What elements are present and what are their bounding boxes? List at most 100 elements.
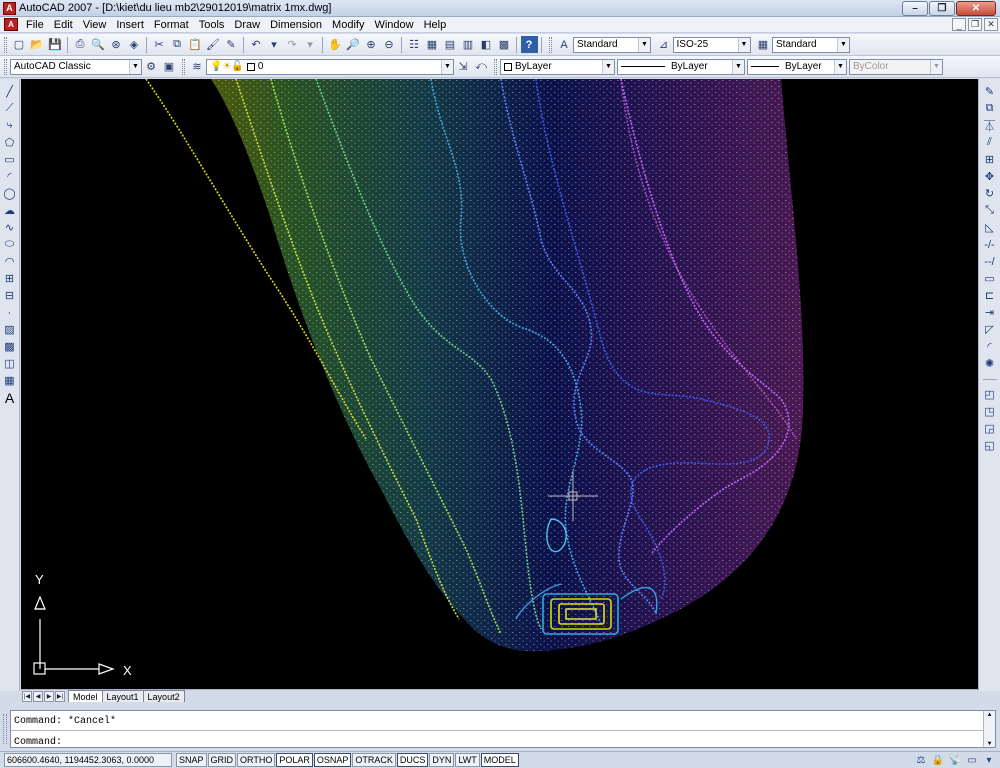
- polygon-icon[interactable]: ⬠: [2, 134, 18, 151]
- layers-toolbar-grip[interactable]: [182, 58, 185, 75]
- polyline-icon[interactable]: ⤷: [2, 117, 18, 134]
- properties-toolbar-grip[interactable]: [494, 58, 497, 75]
- make-block-icon[interactable]: ⊟: [2, 287, 18, 304]
- properties-icon[interactable]: ☷: [406, 36, 423, 53]
- text-style-dropdown[interactable]: Standard ▼: [573, 36, 651, 53]
- save-icon[interactable]: 💾: [47, 36, 64, 53]
- mirror-icon[interactable]: ⏄: [982, 117, 998, 134]
- extend-icon[interactable]: --/: [982, 253, 998, 270]
- move-icon[interactable]: ✥: [982, 168, 998, 185]
- tab-layout2[interactable]: Layout2: [142, 690, 185, 702]
- text-style-icon[interactable]: A: [556, 36, 573, 53]
- insert-block-icon[interactable]: ⊞: [2, 270, 18, 287]
- toolbar-grip[interactable]: [4, 36, 7, 53]
- lwt-toggle[interactable]: LWT: [455, 753, 480, 767]
- polar-toggle[interactable]: POLAR: [276, 753, 313, 767]
- doc-minimize-button[interactable]: _: [952, 18, 966, 31]
- scale-icon[interactable]: ⤡: [982, 202, 998, 219]
- pan-icon[interactable]: ✋: [327, 36, 344, 53]
- redo-dropdown-icon[interactable]: ▾: [302, 36, 319, 53]
- undo-dropdown-icon[interactable]: ▾: [266, 36, 283, 53]
- menu-help[interactable]: Help: [419, 19, 452, 31]
- multiline-text-icon[interactable]: A: [2, 389, 18, 406]
- paste-icon[interactable]: 📋: [187, 36, 204, 53]
- explode-icon[interactable]: ✺: [982, 355, 998, 372]
- drawing-canvas[interactable]: Y X: [21, 79, 978, 689]
- publish-icon[interactable]: ⊛: [108, 36, 125, 53]
- offset-icon[interactable]: ⫽: [982, 134, 998, 151]
- line-icon[interactable]: ╱: [2, 83, 18, 100]
- menu-dimension[interactable]: Dimension: [265, 19, 327, 31]
- communication-center-icon[interactable]: 📡: [948, 753, 962, 767]
- first-tab-icon[interactable]: |◀: [22, 691, 32, 702]
- linetype-dropdown[interactable]: ByLayer ▼: [617, 58, 745, 75]
- zoom-realtime-icon[interactable]: 🔎: [345, 36, 362, 53]
- help-icon[interactable]: ?: [520, 36, 538, 53]
- ellipse-arc-icon[interactable]: ◠: [2, 253, 18, 270]
- draw-order-front-icon[interactable]: ◰: [982, 386, 998, 403]
- hatch-icon[interactable]: ▨: [2, 321, 18, 338]
- osnap-toggle[interactable]: OSNAP: [313, 753, 352, 767]
- dim-style-icon[interactable]: ⊿: [655, 36, 672, 53]
- zoom-previous-icon[interactable]: ⊖: [381, 36, 398, 53]
- minimize-button[interactable]: –: [902, 1, 928, 16]
- otrack-toggle[interactable]: OTRACK: [352, 753, 396, 767]
- rotate-icon[interactable]: ↻: [982, 185, 998, 202]
- coordinate-display[interactable]: 606600.4640, 1194452.3063, 0.0000: [4, 753, 172, 767]
- menu-edit[interactable]: Edit: [49, 19, 78, 31]
- clean-screen-icon[interactable]: ▭: [965, 753, 979, 767]
- menu-file[interactable]: File: [21, 19, 49, 31]
- construction-line-icon[interactable]: ⟋: [2, 100, 18, 117]
- ortho-toggle[interactable]: ORTHO: [237, 753, 276, 767]
- next-tab-icon[interactable]: ▶: [44, 691, 54, 702]
- command-window-grip[interactable]: [3, 714, 7, 744]
- command-scrollbar[interactable]: ▲ ▼: [983, 711, 995, 747]
- rectangle-icon[interactable]: ▭: [2, 151, 18, 168]
- styles-toolbar-grip[interactable]: [549, 36, 552, 53]
- close-button[interactable]: ✕: [956, 1, 996, 16]
- grid-toggle[interactable]: GRID: [207, 753, 237, 767]
- snap-toggle[interactable]: SNAP: [176, 753, 207, 767]
- fillet-icon[interactable]: ◜: [982, 338, 998, 355]
- tab-model[interactable]: Model: [68, 690, 103, 702]
- sheet-set-icon[interactable]: ▥: [460, 36, 477, 53]
- restore-button[interactable]: ❐: [929, 1, 955, 16]
- make-object-layer-current-icon[interactable]: ⇲: [455, 58, 472, 75]
- zoom-slider-icon[interactable]: ⚖: [914, 753, 928, 767]
- menu-modify[interactable]: Modify: [327, 19, 369, 31]
- lineweight-dropdown[interactable]: ByLayer ▼: [747, 58, 847, 75]
- gradient-icon[interactable]: ▩: [2, 338, 18, 355]
- send-under-icon[interactable]: ◱: [982, 437, 998, 454]
- copy-icon[interactable]: ⧉: [169, 36, 186, 53]
- region-icon[interactable]: ◫: [2, 355, 18, 372]
- prev-tab-icon[interactable]: ◀: [33, 691, 43, 702]
- ducs-toggle[interactable]: DUCS: [396, 753, 429, 767]
- status-menu-icon[interactable]: ▾: [982, 753, 996, 767]
- menu-tools[interactable]: Tools: [194, 19, 230, 31]
- table-style-icon[interactable]: ▦: [755, 36, 772, 53]
- save-workspace-icon[interactable]: ▣: [161, 58, 178, 75]
- layer-dropdown[interactable]: 💡 ☀ 🔓 0 ▼: [206, 58, 454, 75]
- open-icon[interactable]: 📂: [29, 36, 46, 53]
- copy-object-icon[interactable]: ⧉: [982, 100, 998, 117]
- menu-insert[interactable]: Insert: [111, 19, 149, 31]
- ellipse-icon[interactable]: ⬭: [2, 236, 18, 253]
- 3d-dwf-icon[interactable]: ◈: [126, 36, 143, 53]
- stretch-icon[interactable]: ◺: [982, 219, 998, 236]
- plot-icon[interactable]: ⎙: [72, 36, 89, 53]
- plot-preview-icon[interactable]: 🔍: [90, 36, 107, 53]
- last-tab-icon[interactable]: ▶|: [55, 691, 65, 702]
- arc-icon[interactable]: ◜: [2, 168, 18, 185]
- menu-format[interactable]: Format: [149, 19, 194, 31]
- layer-previous-icon[interactable]: ⤺: [473, 58, 490, 75]
- cut-icon[interactable]: ✂: [151, 36, 168, 53]
- break-icon[interactable]: ⊏: [982, 287, 998, 304]
- layer-manager-icon[interactable]: ≋: [189, 58, 206, 75]
- table-style-dropdown[interactable]: Standard ▼: [772, 36, 850, 53]
- autocad-app-icon[interactable]: A: [3, 1, 16, 15]
- doc-restore-button[interactable]: ❐: [968, 18, 982, 31]
- block-editor-icon[interactable]: ✎: [223, 36, 240, 53]
- markup-set-icon[interactable]: ◧: [478, 36, 495, 53]
- command-input[interactable]: Command:: [14, 737, 62, 750]
- new-icon[interactable]: ▢: [11, 36, 28, 53]
